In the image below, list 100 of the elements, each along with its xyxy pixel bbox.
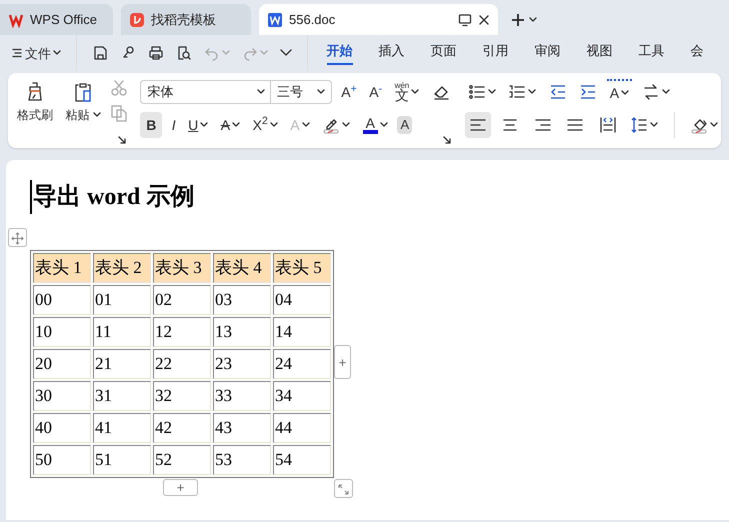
scissors-icon: [110, 79, 128, 97]
table-cell: 43: [213, 413, 271, 443]
caret-icon: [621, 90, 630, 96]
table-cell: 20: [33, 349, 91, 379]
character-shading-button[interactable]: A: [397, 116, 412, 134]
dialog-launcher-icon[interactable]: [118, 136, 126, 144]
table-cell: 12: [153, 317, 211, 347]
resize-table-handle[interactable]: [334, 479, 353, 498]
table-cell: 40: [33, 413, 91, 443]
ribbon-button[interactable]: A$^{-}$: [366, 79, 386, 105]
text-direction-icon[interactable]: [642, 83, 660, 101]
monitor-icon[interactable]: [458, 12, 472, 26]
table-cell: 50: [33, 445, 91, 475]
ribbon-button[interactable]: A$^{+}$: [338, 79, 360, 105]
ribbon-tab[interactable]: 页面: [430, 40, 456, 66]
window-tab[interactable]: 找稻壳模板: [121, 4, 251, 35]
print-preview-icon[interactable]: [176, 45, 192, 61]
ribbon-tab[interactable]: 视图: [586, 40, 612, 66]
table-header: 表头 2: [93, 253, 151, 283]
font-color-button[interactable]: A: [360, 112, 391, 138]
chevron-down-icon[interactable]: [280, 49, 292, 57]
move-table-handle[interactable]: [8, 228, 27, 247]
table-cell: 32: [153, 381, 211, 411]
resize-icon: [337, 482, 350, 496]
table-cell: 21: [93, 349, 151, 379]
table-cell: 33: [213, 381, 271, 411]
table-cell: 52: [153, 445, 211, 475]
add-row-button[interactable]: +: [163, 479, 198, 496]
font-size-select[interactable]: 三号: [270, 80, 332, 104]
copy-icon: [110, 104, 128, 122]
line-spacing-icon[interactable]: [630, 116, 648, 134]
ribbon-button[interactable]: A: [218, 112, 244, 138]
save-icon[interactable]: [92, 45, 108, 61]
table-cell: 03: [213, 285, 271, 315]
table-cell: 11: [93, 317, 151, 347]
ribbon-button[interactable]: U: [185, 112, 212, 138]
caret-icon: [488, 89, 496, 95]
window-tab[interactable]: 556.doc: [259, 4, 498, 35]
close-icon[interactable]: [478, 14, 490, 26]
font-name-select[interactable]: 宋体: [140, 80, 272, 104]
ribbon-tab[interactable]: 审阅: [534, 40, 560, 66]
table-cell: 22: [153, 349, 211, 379]
ribbon-tab[interactable]: 开始: [326, 40, 352, 66]
ribbon-button[interactable]: I: [168, 112, 179, 138]
move-icon: [11, 232, 24, 245]
dialog-launcher-icon[interactable]: [442, 136, 451, 144]
menu-icon: [11, 47, 23, 59]
outdent-icon[interactable]: [548, 83, 567, 101]
ribbon-tab[interactable]: 插入: [378, 40, 404, 66]
ribbon-button[interactable]: 格式刷: [14, 79, 56, 137]
add-column-button[interactable]: +: [334, 345, 351, 379]
table-cell: 13: [213, 317, 271, 347]
caret-icon: [528, 89, 536, 95]
ribbon-tab[interactable]: 工具: [638, 40, 664, 66]
table-cell: 00: [33, 285, 91, 315]
table-cell: 24: [273, 349, 331, 379]
indent-icon[interactable]: [579, 83, 598, 101]
caret-icon: [257, 89, 266, 95]
ribbon-tab[interactable]: 引用: [482, 40, 508, 66]
table-cell: 41: [93, 413, 151, 443]
caret-icon: [710, 122, 718, 128]
table-cell: 02: [153, 285, 211, 315]
file-menu[interactable]: 文件: [8, 40, 64, 66]
table-cell: 53: [213, 445, 271, 475]
table-cell: 23: [213, 349, 271, 379]
character-spacing-button[interactable]: A: [606, 79, 632, 105]
table-cell: 10: [33, 317, 91, 347]
ribbon-button[interactable]: X$^{2}$: [250, 112, 281, 138]
align-button[interactable]: [464, 112, 491, 138]
table-header: 表头 4: [213, 253, 271, 283]
table-cell: 14: [273, 317, 331, 347]
ribbon-tab[interactable]: 会: [690, 40, 704, 66]
table-cell: 54: [273, 445, 331, 475]
table-header: 表头 5: [273, 253, 331, 283]
caret-icon: [222, 50, 230, 56]
ribbon-button[interactable]: 粘贴: [62, 79, 104, 137]
plus-icon[interactable]: [510, 12, 526, 28]
table-cell: 04: [273, 285, 331, 315]
table-cell: 30: [33, 381, 91, 411]
caret-icon: [316, 89, 325, 95]
ribbon-button[interactable]: wén 文: [392, 79, 422, 105]
print-icon[interactable]: [148, 45, 164, 61]
table-header: 表头 1: [33, 253, 91, 283]
document-icon: [267, 12, 283, 28]
caret-icon: [662, 89, 670, 95]
caret-icon: [529, 16, 538, 22]
window-tab[interactable]: WPS Office: [0, 4, 113, 35]
caret-icon: [650, 122, 658, 128]
caret-icon: [342, 122, 350, 128]
table-cell: 01: [93, 285, 151, 315]
caret-icon: [53, 50, 61, 56]
document-heading: 导出 word 示例: [30, 180, 194, 214]
table-cell: 31: [93, 381, 151, 411]
store-logo-icon: [129, 12, 145, 28]
distribute-icon: [598, 116, 617, 134]
caret-icon: [260, 50, 268, 56]
table-cell: 51: [93, 445, 151, 475]
ribbon-button[interactable]: B: [140, 112, 162, 138]
bullet-list-icon[interactable]: [468, 83, 486, 101]
table-cell: 34: [273, 381, 331, 411]
